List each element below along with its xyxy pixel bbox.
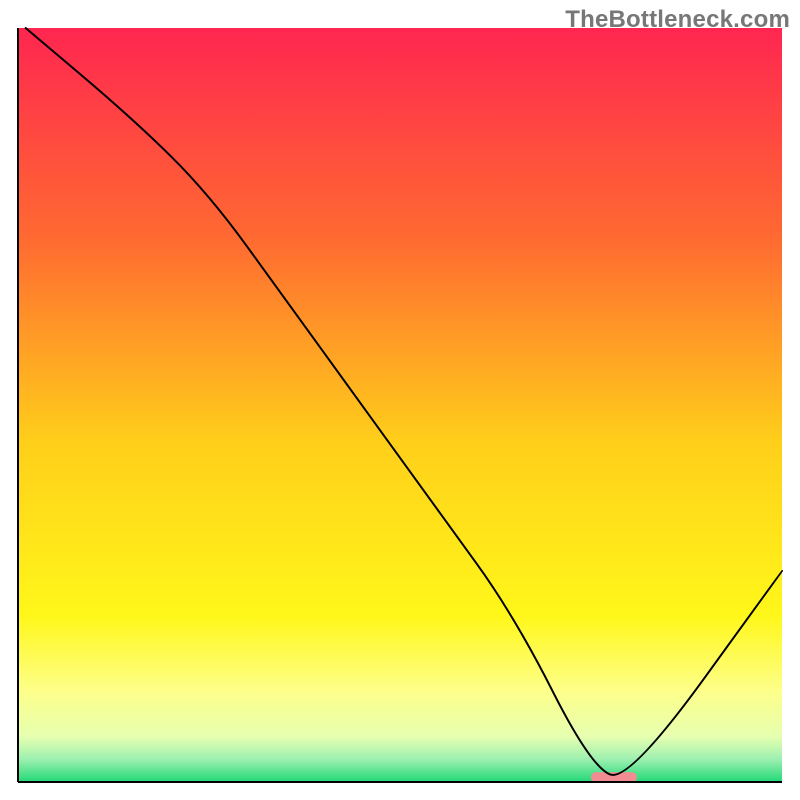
watermark-text: TheBottleneck.com (565, 6, 790, 34)
bottleneck-chart (0, 0, 800, 800)
chart-container: TheBottleneck.com (0, 0, 800, 800)
plot-background (18, 28, 782, 782)
